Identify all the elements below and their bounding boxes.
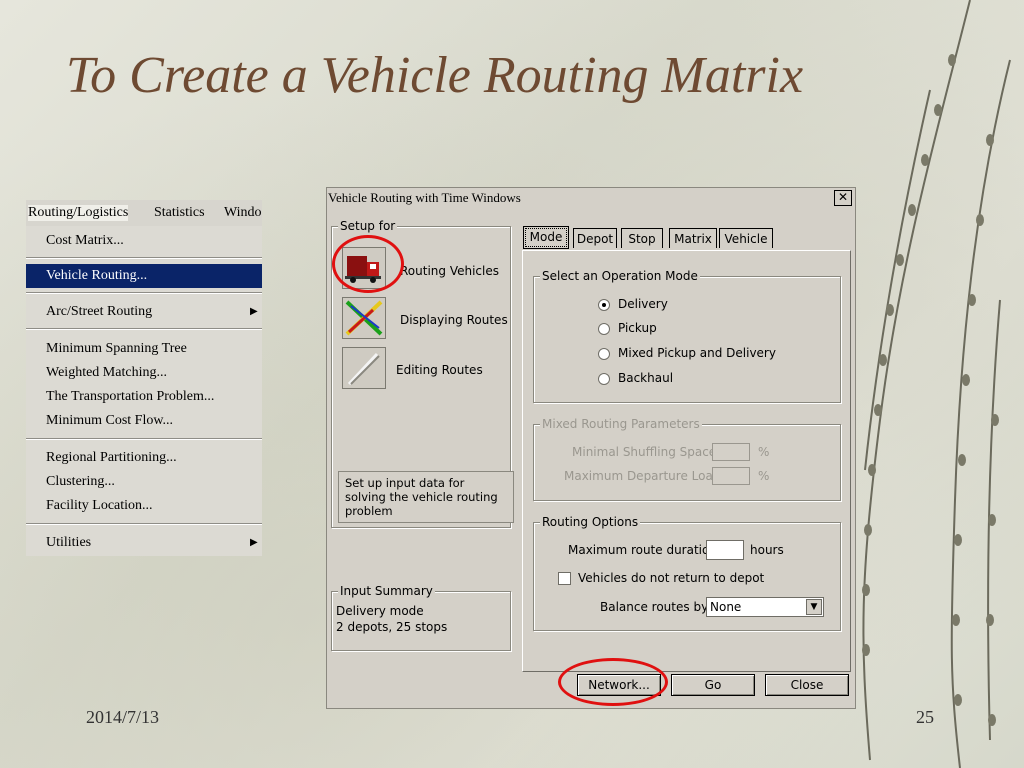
displaying-routes-label: Displaying Routes: [400, 313, 508, 327]
input-summary-group: Input Summary Delivery mode 2 depots, 25…: [331, 584, 511, 651]
menu-item-clustering[interactable]: Clustering...: [26, 470, 262, 494]
menubar-window[interactable]: Windo: [224, 205, 262, 221]
departure-load-unit: %: [758, 469, 770, 483]
summary-mode: Delivery mode: [336, 604, 424, 618]
route-duration-input[interactable]: [706, 540, 744, 560]
menu-item-transportation-problem[interactable]: The Transportation Problem...: [26, 385, 262, 409]
routing-options-legend: Routing Options: [540, 515, 641, 529]
menu-item-utilities[interactable]: Utilities ▶: [26, 531, 262, 555]
tab-stop[interactable]: Stop: [621, 228, 663, 248]
balance-routes-label: Balance routes by: [600, 600, 709, 614]
menu-bar: Routing/Logistics Statistics Windo: [26, 200, 262, 226]
route-duration-label: Maximum route duration: [568, 543, 717, 557]
go-button[interactable]: Go: [671, 674, 755, 696]
radio-mixed[interactable]: [598, 348, 610, 360]
operation-mode-legend: Select an Operation Mode: [540, 269, 700, 283]
menu-separator: [26, 523, 262, 525]
radio-backhaul-label: Backhaul: [618, 371, 674, 385]
menu-item-weighted-matching[interactable]: Weighted Matching...: [26, 361, 262, 385]
radio-delivery-label: Delivery: [618, 297, 668, 311]
menu-item-vehicle-routing[interactable]: Vehicle Routing...: [26, 264, 262, 288]
mixed-params-legend: Mixed Routing Parameters: [540, 417, 702, 431]
menu-separator: [26, 328, 262, 330]
editing-routes-button[interactable]: [342, 347, 386, 389]
vehicle-routing-dialog: Vehicle Routing with Time Windows ✕ Setu…: [326, 187, 856, 709]
radio-mixed-label: Mixed Pickup and Delivery: [618, 346, 776, 360]
slide-title: To Create a Vehicle Routing Matrix: [66, 47, 804, 104]
menu-separator: [26, 292, 262, 294]
departure-load-label: Maximum Departure Load: [564, 469, 721, 483]
menubar-routing-logistics[interactable]: Routing/Logistics: [28, 205, 129, 221]
close-button[interactable]: Close: [765, 674, 849, 696]
slide-page-number: 25: [916, 707, 934, 727]
radio-delivery[interactable]: [598, 299, 610, 311]
dialog-title: Vehicle Routing with Time Windows: [328, 190, 521, 205]
routing-vehicles-label: Routing Vehicles: [400, 264, 499, 278]
displaying-routes-button[interactable]: [342, 297, 386, 339]
menubar-statistics[interactable]: Statistics: [154, 205, 205, 221]
radio-backhaul[interactable]: [598, 373, 610, 385]
mixed-routing-parameters-group: Mixed Routing Parameters Minimal Shuffli…: [533, 417, 841, 501]
shuffling-unit: %: [758, 445, 770, 459]
slide-date: 2014/7/13: [86, 707, 160, 727]
radio-pickup-label: Pickup: [618, 321, 657, 335]
pen-icon: [347, 352, 380, 386]
submenu-arrow-icon: ▶: [250, 306, 258, 317]
balance-routes-select[interactable]: None ▼: [706, 597, 824, 617]
no-return-checkbox[interactable]: [558, 572, 571, 585]
routing-logistics-menu: Routing/Logistics Statistics Windo Cost …: [26, 200, 262, 556]
editing-routes-label: Editing Routes: [396, 363, 483, 377]
departure-load-input[interactable]: [712, 467, 750, 485]
menu-item-regional-partitioning[interactable]: Regional Partitioning...: [26, 446, 262, 470]
operation-mode-group: Select an Operation Mode Delivery Pickup…: [533, 269, 841, 403]
mode-tab-panel: Select an Operation Mode Delivery Pickup…: [522, 250, 851, 672]
summary-counts: 2 depots, 25 stops: [336, 620, 448, 634]
chevron-down-icon[interactable]: ▼: [806, 599, 822, 615]
balance-routes-value: None: [710, 600, 742, 614]
setup-for-legend: Setup for: [338, 219, 398, 233]
close-icon[interactable]: ✕: [834, 190, 852, 206]
input-summary-legend: Input Summary: [338, 584, 435, 598]
menu-item-facility-location[interactable]: Facility Location...: [26, 494, 262, 518]
tab-mode[interactable]: Mode: [523, 226, 569, 249]
routes-icon: [345, 300, 383, 336]
menu-item-minimum-spanning-tree[interactable]: Minimum Spanning Tree: [26, 337, 262, 361]
annotation-circle-routing-vehicles: [332, 235, 404, 293]
menu-separator: [26, 438, 262, 440]
menu-item-cost-matrix[interactable]: Cost Matrix...: [26, 229, 262, 253]
submenu-arrow-icon: ▶: [250, 537, 258, 548]
shuffling-input[interactable]: [712, 443, 750, 461]
tab-depot[interactable]: Depot: [573, 228, 617, 248]
menu-item-arc-street-routing[interactable]: Arc/Street Routing ▶: [26, 300, 262, 324]
no-return-label: Vehicles do not return to depot: [578, 571, 765, 585]
menu-item-minimum-cost-flow[interactable]: Minimum Cost Flow...: [26, 409, 262, 433]
tab-matrix[interactable]: Matrix: [669, 228, 717, 248]
dialog-titlebar: Vehicle Routing with Time Windows ✕: [327, 188, 855, 208]
mode-description: Set up input data for solving the vehicl…: [338, 471, 514, 523]
radio-pickup[interactable]: [598, 323, 610, 335]
routing-options-group: Routing Options Maximum route duration h…: [533, 515, 841, 631]
tab-vehicle[interactable]: Vehicle: [719, 228, 773, 248]
route-duration-unit: hours: [750, 543, 784, 557]
menu-separator: [26, 257, 262, 259]
shuffling-label: Minimal Shuffling Space: [572, 445, 717, 459]
annotation-circle-network-button: [558, 658, 668, 706]
